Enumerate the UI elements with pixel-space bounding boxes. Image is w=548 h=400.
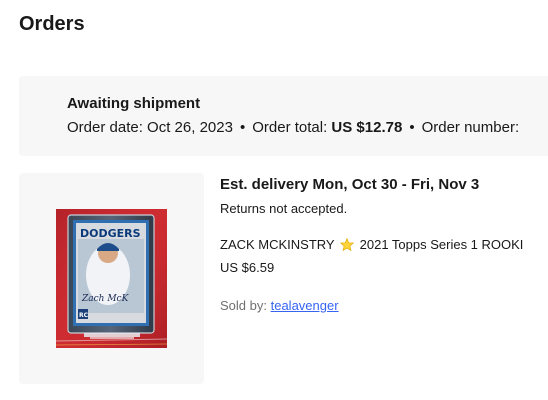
card-signature: Zach McK [81,294,130,304]
order-number-label: Order number: [421,119,520,136]
meta-separator: • [239,119,246,136]
item-price: US $6.59 [220,260,275,275]
card-team-text: DODGERS [80,227,141,240]
item-title-link[interactable]: ZACK MCKINSTRY 2021 Topps Series 1 ROOKI [220,236,523,254]
order-date-label: Order date: [67,119,143,136]
order-meta: Order date: Oct 26, 2023 • Order total: US… [67,118,519,138]
order-status-banner: Awaiting shipment Order date: Oct 26, 20… [19,76,548,156]
item-title-part2: 2021 Topps Series 1 ROOKI [359,237,524,252]
page-title: Orders [19,13,85,35]
returns-policy: Returns not accepted. [220,201,348,216]
star-icon [339,236,355,254]
sold-by-label: Sold by: [220,298,267,313]
order-total-value: US $12.78 [331,119,403,136]
item-image[interactable]: DODGERS Zach McK RC [56,209,167,348]
meta-separator: • [409,119,415,136]
item-thumbnail-box[interactable]: DODGERS Zach McK RC [19,173,204,384]
item-title-part1: ZACK MCKINSTRY [220,237,335,252]
orders-page: Orders Awaiting shipment Order date: Oct… [0,0,548,400]
sold-by: Sold by: tealavenger [220,297,339,315]
order-date-value: Oct 26, 2023 [147,119,233,136]
order-total-label: Order total: [252,119,328,136]
order-status-title: Awaiting shipment [67,95,201,112]
seller-link[interactable]: tealavenger [271,298,339,313]
estimated-delivery: Est. delivery Mon, Oct 30 - Fri, Nov 3 [220,176,480,193]
card-rc-badge: RC [79,312,89,319]
